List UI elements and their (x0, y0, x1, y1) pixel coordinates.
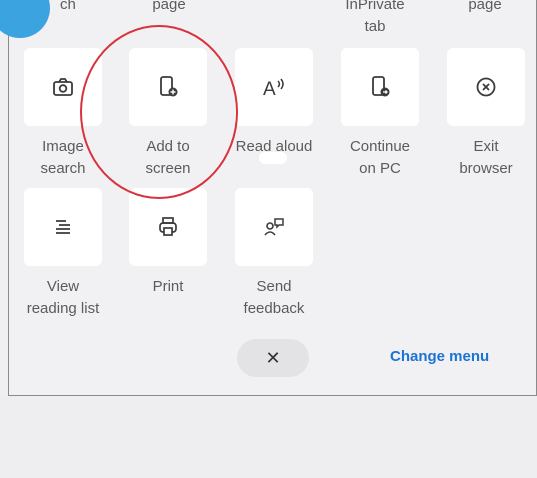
add-to-screen-label-line1: Add to (146, 138, 190, 155)
print-button[interactable] (129, 188, 207, 266)
partial-page-label-2: page (468, 0, 502, 13)
reading-list-icon (56, 220, 70, 234)
printer-icon (159, 217, 177, 236)
view-reading-list-label-line1: View (46, 278, 80, 295)
exit-browser-label-line2: browser (459, 160, 513, 177)
svg-text:A: A (263, 79, 276, 98)
image-search-label-line1: Image (42, 138, 84, 155)
camera-icon (53, 78, 73, 96)
print-label: Print (152, 278, 184, 295)
read-aloud-icon: A (263, 78, 284, 98)
view-reading-list-label-line2: reading list (26, 300, 100, 317)
image-search-button[interactable] (24, 48, 102, 126)
continue-on-pc-button[interactable] (341, 48, 419, 126)
add-to-screen-button[interactable] (129, 48, 207, 126)
continue-on-pc-label-line2: on PC (359, 160, 401, 177)
send-feedback-label-line2: feedback (243, 300, 305, 317)
partial-search-label: ch (60, 0, 76, 13)
send-feedback-button[interactable] (235, 188, 313, 266)
exit-browser-button[interactable] (447, 48, 525, 126)
close-menu-button[interactable]: ✕ (237, 339, 309, 377)
feedback-icon (264, 218, 284, 236)
exit-browser-label-line1: Exit (473, 138, 499, 155)
partial-page-label: page (152, 0, 186, 13)
inprivate-tab-label-line1: InPrivate (345, 0, 405, 13)
inprivate-tab-label-line2: tab (364, 18, 386, 35)
image-search-label-line2: search (40, 160, 86, 177)
send-feedback-label-line1: Send (256, 278, 292, 295)
change-menu-link[interactable]: Change menu (390, 348, 489, 365)
view-reading-list-button[interactable] (24, 188, 102, 266)
exit-icon (476, 77, 496, 97)
add-to-screen-icon (160, 76, 178, 97)
continue-on-pc-icon (372, 76, 390, 97)
add-to-screen-label-line2: screen (145, 160, 191, 177)
read-aloud-indicator (259, 152, 287, 164)
background-area (0, 396, 537, 478)
continue-on-pc-label-line1: Continue (349, 138, 411, 155)
close-icon: ✕ (265, 347, 281, 368)
read-aloud-button[interactable]: A (235, 48, 313, 126)
